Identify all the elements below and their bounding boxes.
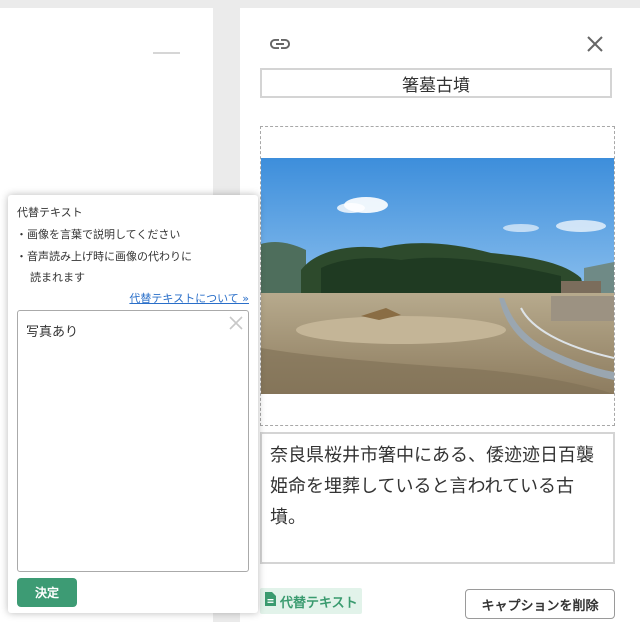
alt-text-badge-label: 代替テキスト — [280, 595, 358, 611]
confirm-button[interactable]: 決定 — [17, 578, 77, 607]
alt-text-value: 写真あり — [26, 325, 79, 340]
caption-text[interactable]: 奈良県桜井市箸中にある、倭迹迹日百襲姫命を埋葬していると言われている古墳。 — [260, 432, 615, 564]
caption-editor-panel: 箸墓古墳 奈良県桜井市箸中にある、倭迹迹日百襲姫命を埋葬していると言われている古… — [240, 8, 640, 622]
image-title-field[interactable]: 箸墓古墳 — [260, 68, 612, 98]
image-container[interactable] — [260, 126, 615, 426]
delete-caption-button[interactable]: キャプションを削除 — [465, 589, 615, 619]
popover-note-1: ・画像を言葉で説明してください — [16, 228, 181, 241]
clear-icon[interactable] — [228, 315, 244, 331]
close-icon[interactable] — [583, 32, 607, 56]
alt-text-badge[interactable]: 代替テキスト — [260, 588, 362, 614]
alt-text-popover: 代替テキスト ・画像を言葉で説明してください ・音声読み上げ時に画像の代わりに … — [8, 195, 258, 613]
divider — [153, 52, 180, 54]
photo-image — [261, 158, 614, 394]
alt-text-input[interactable]: 写真あり — [17, 310, 249, 572]
link-icon[interactable] — [268, 32, 292, 56]
popover-note-3: 読まれます — [30, 271, 85, 284]
popover-note-2: ・音声読み上げ時に画像の代わりに — [16, 250, 192, 263]
popover-heading: 代替テキスト — [17, 206, 83, 219]
alt-text-help-link[interactable]: 代替テキストについて » — [129, 290, 249, 306]
document-icon — [263, 591, 278, 611]
